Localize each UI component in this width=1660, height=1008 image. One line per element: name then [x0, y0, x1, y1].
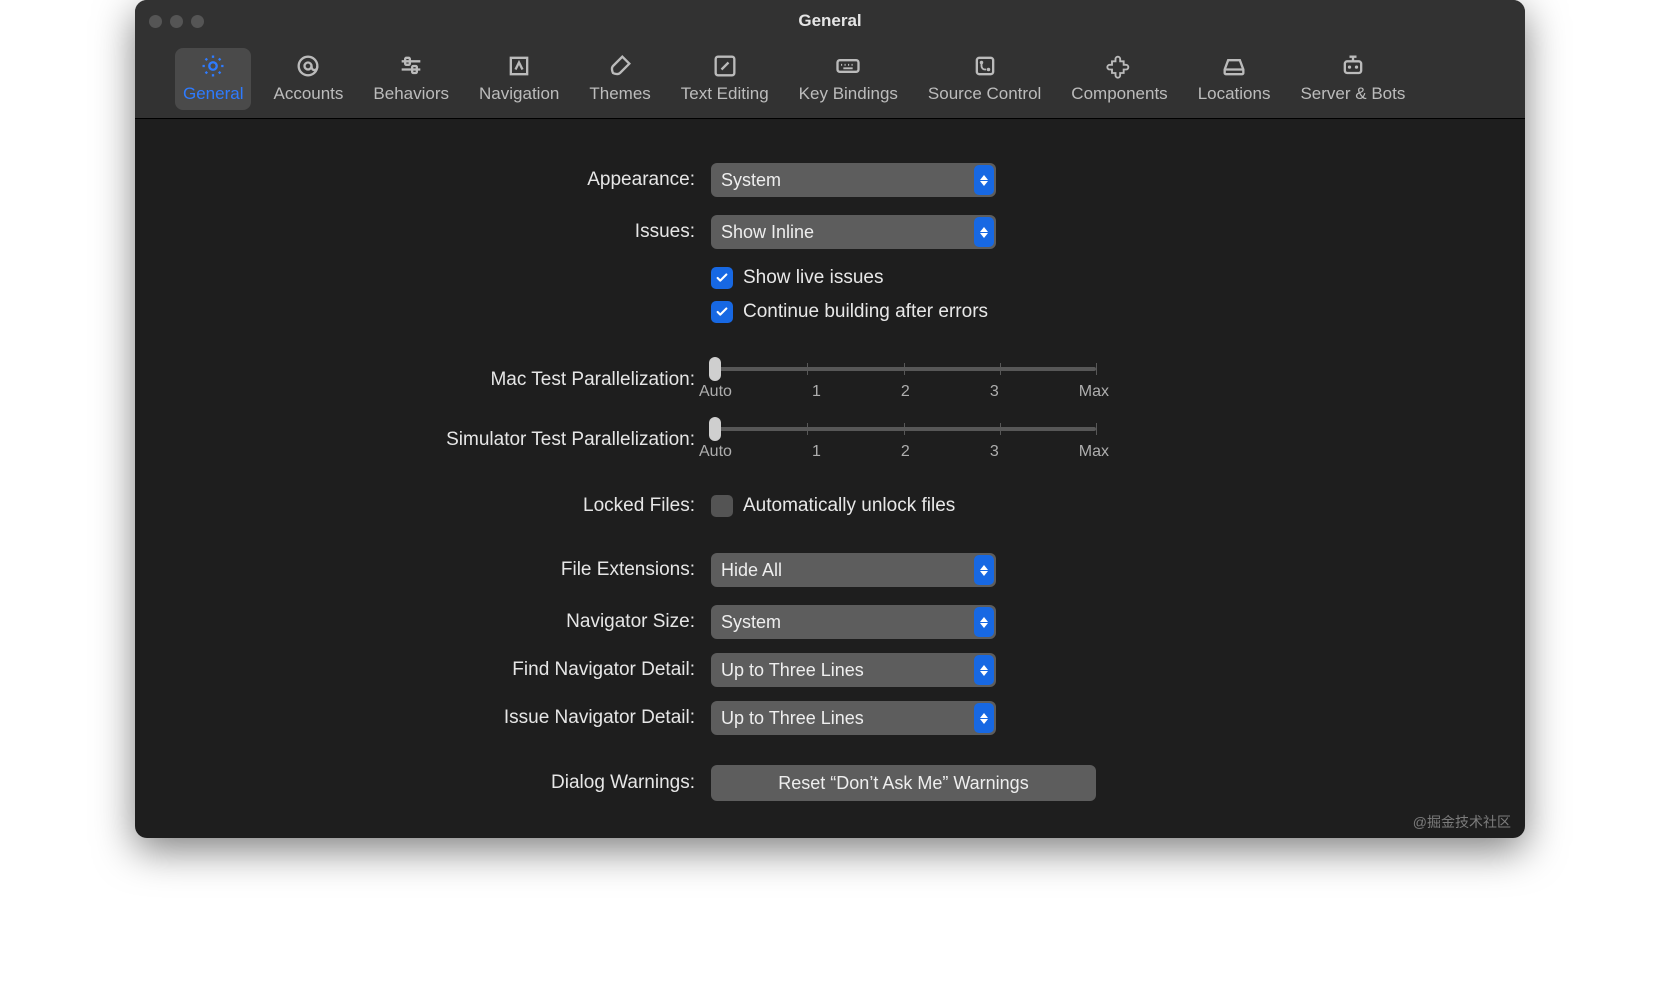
- tick-2: 2: [901, 443, 910, 461]
- tab-key-bindings[interactable]: Key Bindings: [791, 48, 906, 110]
- issues-select[interactable]: Show Inline: [711, 215, 996, 249]
- tab-server-bots[interactable]: Server & Bots: [1292, 48, 1413, 110]
- tick-3: 3: [990, 383, 999, 401]
- select-stepper-icon: [974, 555, 994, 585]
- drive-icon: [1218, 52, 1250, 80]
- tab-source-control[interactable]: Source Control: [920, 48, 1049, 110]
- issues-label: Issues:: [175, 221, 695, 243]
- tab-label: Text Editing: [681, 84, 769, 104]
- sliders-icon: [395, 52, 427, 80]
- window-title: General: [135, 11, 1525, 31]
- zoom-button[interactable]: [191, 15, 204, 28]
- tab-label: Source Control: [928, 84, 1041, 104]
- slider-tick-labels: Auto 1 2 3 Max: [699, 383, 1109, 401]
- tick-2: 2: [901, 383, 910, 401]
- keyboard-icon: [832, 52, 864, 80]
- mac-test-label: Mac Test Parallelization:: [175, 369, 695, 391]
- appearance-label: Appearance:: [175, 169, 695, 191]
- appearance-select[interactable]: System: [711, 163, 996, 197]
- content: Appearance: System Issues: Show Inline: [135, 119, 1525, 838]
- reset-warnings-button[interactable]: Reset “Don’t Ask Me” Warnings: [711, 765, 1096, 801]
- tab-label: Accounts: [273, 84, 343, 104]
- titlebar: General: [135, 0, 1525, 42]
- show-live-issues-checkbox[interactable]: [711, 267, 733, 289]
- navigator-size-select[interactable]: System: [711, 605, 996, 639]
- file-extensions-value: Hide All: [721, 560, 782, 581]
- sim-test-label: Simulator Test Parallelization:: [175, 429, 695, 451]
- bot-icon: [1337, 52, 1369, 80]
- watermark: @掘金技术社区: [1413, 812, 1511, 832]
- show-live-issues-label: Show live issues: [743, 267, 883, 289]
- tab-label: Navigation: [479, 84, 559, 104]
- tab-label: Key Bindings: [799, 84, 898, 104]
- find-nav-value: Up to Three Lines: [721, 660, 864, 681]
- slider-knob[interactable]: [709, 417, 721, 441]
- puzzle-icon: [1103, 52, 1135, 80]
- source-control-icon: [969, 52, 1001, 80]
- tab-label: General: [183, 84, 243, 104]
- tick-1: 1: [812, 443, 821, 461]
- continue-building-checkbox[interactable]: [711, 301, 733, 323]
- brush-icon: [604, 52, 636, 80]
- tab-general[interactable]: General: [175, 48, 251, 110]
- toolbar: General Accounts Behaviors Navigation Th…: [135, 42, 1525, 119]
- tick-auto: Auto: [699, 383, 732, 401]
- gear-icon: [197, 52, 229, 80]
- dialog-warnings-label: Dialog Warnings:: [175, 772, 695, 794]
- find-nav-select[interactable]: Up to Three Lines: [711, 653, 996, 687]
- issue-nav-value: Up to Three Lines: [721, 708, 864, 729]
- select-stepper-icon: [974, 165, 994, 195]
- at-icon: [292, 52, 324, 80]
- tick-1: 1: [812, 383, 821, 401]
- tab-label: Locations: [1198, 84, 1271, 104]
- mac-test-slider[interactable]: [711, 359, 1096, 379]
- tab-accounts[interactable]: Accounts: [265, 48, 351, 110]
- tab-themes[interactable]: Themes: [581, 48, 658, 110]
- select-stepper-icon: [974, 703, 994, 733]
- tab-components[interactable]: Components: [1063, 48, 1175, 110]
- edit-icon: [709, 52, 741, 80]
- file-extensions-select[interactable]: Hide All: [711, 553, 996, 587]
- traffic-lights: [149, 15, 204, 28]
- reset-warnings-label: Reset “Don’t Ask Me” Warnings: [778, 773, 1028, 794]
- auto-unlock-label: Automatically unlock files: [743, 495, 955, 517]
- issues-value: Show Inline: [721, 222, 814, 243]
- tick-3: 3: [990, 443, 999, 461]
- tab-navigation[interactable]: Navigation: [471, 48, 567, 110]
- continue-building-label: Continue building after errors: [743, 301, 988, 323]
- tab-behaviors[interactable]: Behaviors: [365, 48, 457, 110]
- close-button[interactable]: [149, 15, 162, 28]
- slider-tick-labels: Auto 1 2 3 Max: [699, 443, 1109, 461]
- tick-max: Max: [1079, 443, 1109, 461]
- issue-nav-select[interactable]: Up to Three Lines: [711, 701, 996, 735]
- appearance-value: System: [721, 170, 781, 191]
- sim-test-slider[interactable]: [711, 419, 1096, 439]
- issue-nav-label: Issue Navigator Detail:: [175, 707, 695, 729]
- navigator-size-value: System: [721, 612, 781, 633]
- tab-label: Behaviors: [373, 84, 449, 104]
- preferences-window: General General Accounts Behaviors Navig…: [135, 0, 1525, 838]
- auto-unlock-checkbox[interactable]: [711, 495, 733, 517]
- tick-auto: Auto: [699, 443, 732, 461]
- slider-knob[interactable]: [709, 357, 721, 381]
- select-stepper-icon: [974, 655, 994, 685]
- tab-locations[interactable]: Locations: [1190, 48, 1279, 110]
- locked-files-label: Locked Files:: [175, 495, 695, 517]
- file-extensions-label: File Extensions:: [175, 559, 695, 581]
- tab-label: Server & Bots: [1300, 84, 1405, 104]
- minimize-button[interactable]: [170, 15, 183, 28]
- tab-text-editing[interactable]: Text Editing: [673, 48, 777, 110]
- nav-icon: [503, 52, 535, 80]
- tick-max: Max: [1079, 383, 1109, 401]
- find-nav-label: Find Navigator Detail:: [175, 659, 695, 681]
- select-stepper-icon: [974, 607, 994, 637]
- tab-label: Themes: [589, 84, 650, 104]
- navigator-size-label: Navigator Size:: [175, 611, 695, 633]
- tab-label: Components: [1071, 84, 1167, 104]
- select-stepper-icon: [974, 217, 994, 247]
